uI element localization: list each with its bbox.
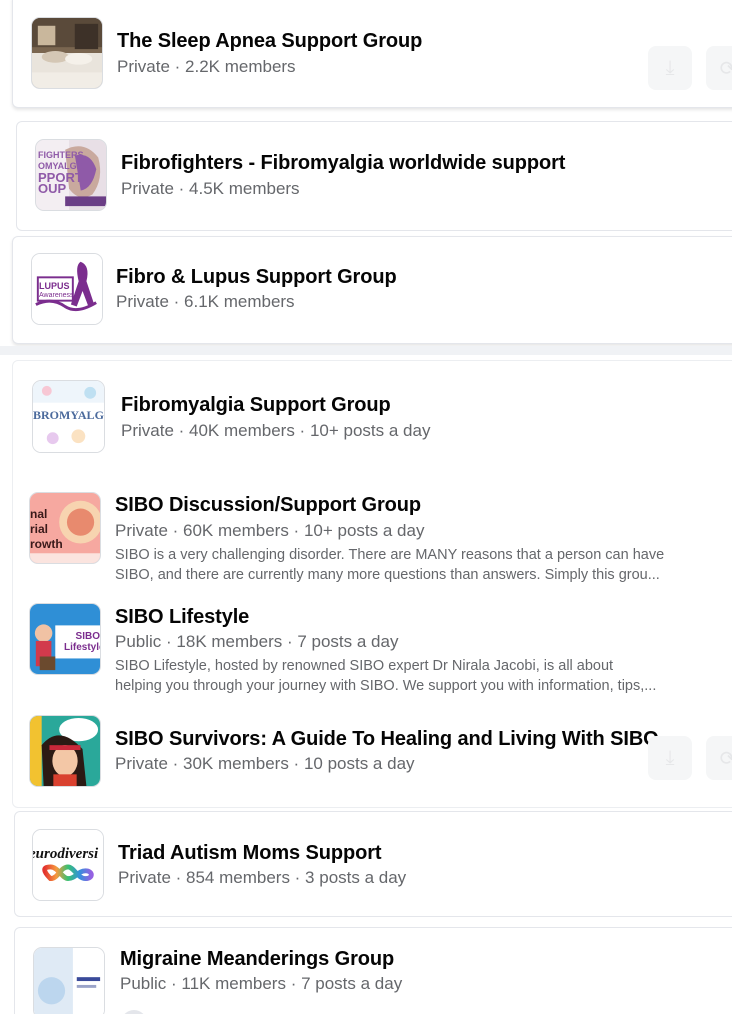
group-meta: Private · 40K members · 10+ posts a day bbox=[121, 421, 431, 440]
thumb-caption: SIBO Lifestyle bbox=[64, 631, 101, 653]
group-meta: Private · 60K members · 10+ posts a day bbox=[115, 521, 425, 540]
group-meta: Private · 6.1K members bbox=[116, 292, 295, 311]
share-icon: ⟳ bbox=[719, 747, 732, 770]
group-name[interactable]: Triad Autism Moms Support bbox=[118, 842, 382, 865]
migraine-cover-icon bbox=[34, 948, 104, 1014]
group-thumbnail[interactable]: eurodiversi bbox=[32, 829, 104, 901]
group-thumbnail[interactable]: BROMYALGI bbox=[32, 380, 105, 453]
thumb-caption: LUPUS Awareness bbox=[39, 281, 74, 300]
join-group-button[interactable]: ⤓ bbox=[648, 46, 692, 90]
thumb-caption: BROMYALGI bbox=[33, 408, 105, 422]
group-results-page: The Sleep Apnea Support Group Private · … bbox=[0, 0, 732, 1014]
group-result-item[interactable]: The Sleep Apnea Support Group Private · … bbox=[0, 0, 732, 110]
group-name[interactable]: Fibromyalgia Support Group bbox=[121, 394, 391, 417]
section-divider bbox=[0, 346, 732, 355]
join-group-button[interactable]: ⤓ bbox=[648, 736, 692, 780]
group-result-item[interactable]: SIBO Survivors: A Guide To Healing and L… bbox=[0, 704, 732, 808]
group-result-item[interactable]: Migraine Meanderings Group Public · 11K … bbox=[0, 927, 732, 1014]
group-thumbnail[interactable] bbox=[29, 715, 101, 787]
group-meta: Private · 2.2K members bbox=[117, 57, 296, 76]
group-description: SIBO Lifestyle, hosted by renowned SIBO … bbox=[115, 658, 657, 694]
thumb-caption: FIGHTERS OMYALGIA PPORT OUP bbox=[38, 150, 86, 196]
group-meta: Private · 4.5K members bbox=[121, 179, 300, 198]
group-meta: Private · 30K members · 10 posts a day bbox=[115, 754, 415, 773]
sibo-survivors-comic-icon bbox=[30, 716, 100, 786]
thumb-caption: eurodiversi bbox=[32, 846, 99, 862]
user-plus-icon: ⤓ bbox=[665, 746, 675, 769]
group-thumbnail[interactable]: SIBO Lifestyle bbox=[29, 603, 101, 675]
group-thumbnail[interactable]: FIGHTERS OMYALGIA PPORT OUP bbox=[35, 139, 107, 211]
share-group-button[interactable]: ⟳ bbox=[706, 736, 732, 780]
group-name[interactable]: Fibrofighters - Fibromyalgia worldwide s… bbox=[121, 152, 565, 175]
group-name[interactable]: SIBO Lifestyle bbox=[115, 606, 249, 629]
group-description: SIBO is a very challenging disorder. The… bbox=[115, 547, 665, 583]
group-thumbnail[interactable]: nal rial rowth bbox=[29, 492, 101, 564]
group-name[interactable]: Fibro & Lupus Support Group bbox=[116, 266, 397, 289]
thumb-caption: nal rial rowth bbox=[30, 507, 63, 551]
infinity-rainbow-icon bbox=[33, 830, 103, 900]
group-thumbnail[interactable] bbox=[33, 947, 105, 1014]
group-result-item[interactable]: BROMYALGI Fibromyalgia Support Group Pri… bbox=[0, 360, 732, 480]
bedroom-photo-icon bbox=[32, 18, 102, 88]
member-avatar bbox=[121, 1010, 147, 1014]
group-name[interactable]: Migraine Meanderings Group bbox=[120, 948, 394, 971]
group-meta: Public · 18K members · 7 posts a day bbox=[115, 632, 399, 651]
group-result-item[interactable]: LUPUS Awareness Fibro & Lupus Support Gr… bbox=[0, 236, 732, 344]
group-meta: Public · 11K members · 7 posts a day bbox=[120, 974, 403, 993]
group-thumbnail[interactable] bbox=[31, 17, 103, 89]
group-name[interactable]: SIBO Survivors: A Guide To Healing and L… bbox=[115, 728, 659, 751]
group-result-item[interactable]: eurodiversi Triad Autism Moms Support Pr… bbox=[0, 811, 732, 917]
group-result-item[interactable]: SIBO Lifestyle SIBO Lifestyle Public · 1… bbox=[0, 592, 732, 704]
group-meta: Private · 854 members · 3 posts a day bbox=[118, 868, 407, 887]
group-result-item[interactable]: FIGHTERS OMYALGIA PPORT OUP Fibrofighter… bbox=[0, 121, 732, 231]
group-name[interactable]: The Sleep Apnea Support Group bbox=[117, 30, 422, 53]
group-result-item[interactable]: nal rial rowth SIBO Discussion/Support G… bbox=[0, 480, 732, 592]
share-group-button[interactable]: ⟳ bbox=[706, 46, 732, 90]
group-thumbnail[interactable]: LUPUS Awareness bbox=[31, 253, 103, 325]
user-plus-icon: ⤓ bbox=[665, 56, 675, 79]
group-name[interactable]: SIBO Discussion/Support Group bbox=[115, 494, 421, 517]
share-icon: ⟳ bbox=[719, 57, 732, 80]
